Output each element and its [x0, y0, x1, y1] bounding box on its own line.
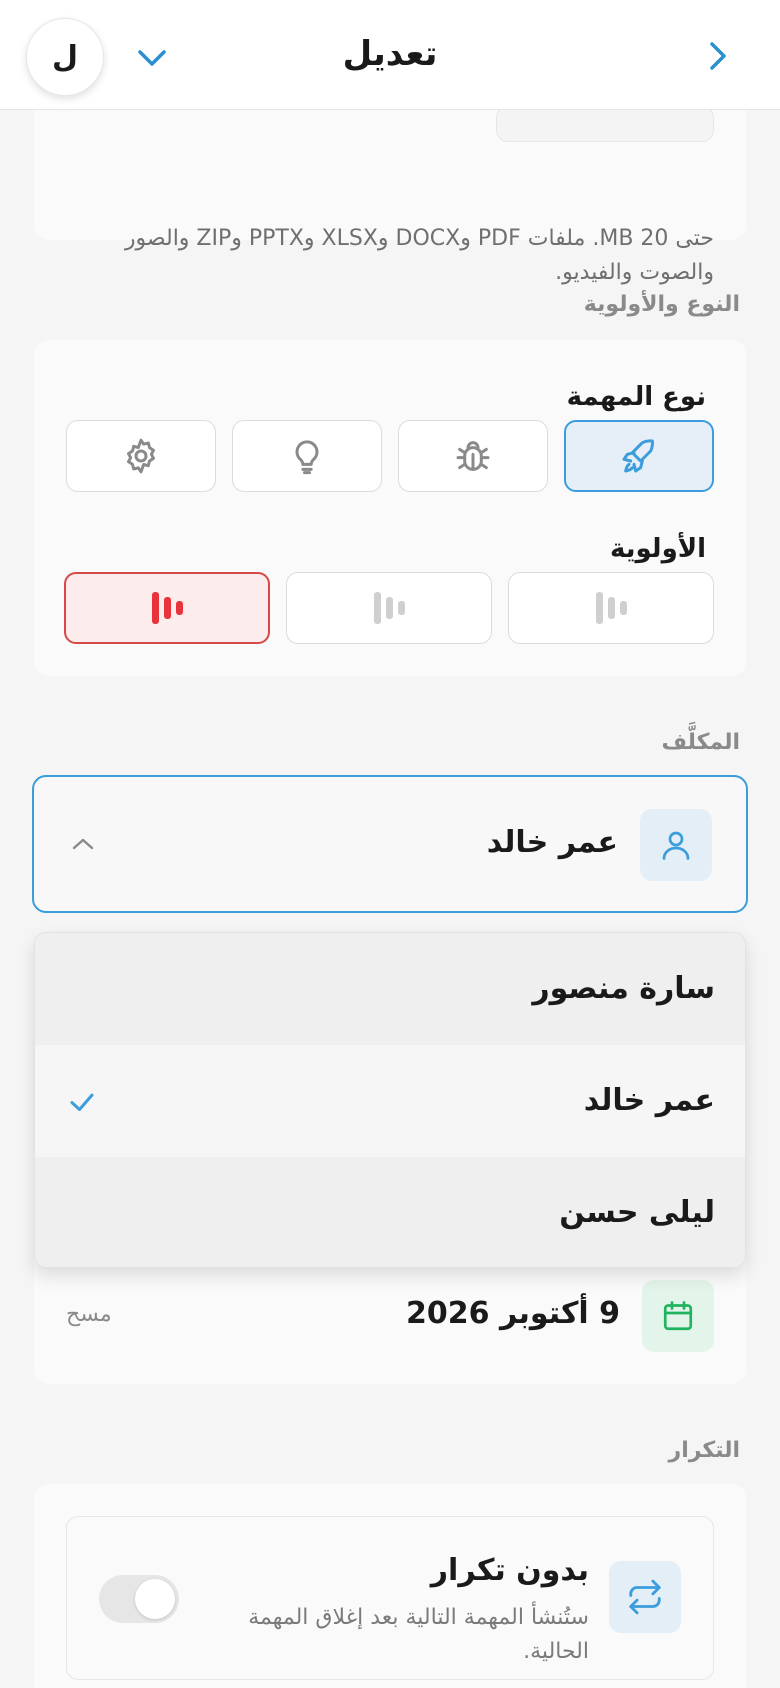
priority-bar-icon — [163, 597, 171, 619]
lightbulb-icon — [295, 440, 319, 475]
assignee-option-label: عمر خالد — [583, 1083, 715, 1118]
gear-icon — [127, 438, 155, 474]
assignee-option-label: سارة منصور — [532, 971, 715, 1006]
assignee-option-selected[interactable]: عمر خالد — [35, 1045, 745, 1157]
priority-option-medium[interactable] — [286, 572, 492, 644]
priority-bar-icon — [595, 592, 603, 624]
person-icon — [662, 831, 690, 860]
header-menu-toggle[interactable] — [134, 40, 170, 76]
priority-bar-icon — [175, 601, 183, 615]
assignee-select[interactable]: عمر خالد — [32, 775, 748, 913]
assignee-option-label: ليلى حسن — [559, 1195, 715, 1230]
assignee-option[interactable]: سارة منصور — [35, 933, 745, 1045]
assignee-section-label: المكلَّف — [661, 730, 740, 755]
repeat-toggle[interactable] — [99, 1575, 179, 1623]
repeat-card: بدون تكرار ستُنشأ المهمة التالية بعد إغل… — [34, 1484, 746, 1688]
toggle-knob — [135, 1579, 175, 1619]
person-icon-wrap — [640, 809, 712, 881]
calendar-icon-wrap — [642, 1280, 714, 1352]
attachments-hint-line2: والصوت والفيديو. — [555, 260, 714, 285]
attachments-hint-line1: حتى 20 MB. ملفات PDF وDOCX وXLSX وPPTX و… — [124, 226, 714, 251]
assignee-collapse-toggle[interactable] — [68, 829, 98, 859]
repeat-icon-wrap — [609, 1561, 681, 1633]
priority-label: الأولوية — [609, 534, 706, 564]
due-date-value[interactable]: 9 أكتوبر 2026 — [406, 1296, 620, 1331]
repeat-section-label: التكرار — [668, 1438, 740, 1463]
priority-bar-icon — [607, 597, 615, 619]
check-icon — [70, 1093, 94, 1111]
bug-icon — [456, 441, 490, 471]
type-priority-card: نوع المهمة الأولوية — [34, 340, 746, 676]
chevron-down-icon — [138, 50, 166, 66]
repeat-option[interactable]: بدون تكرار ستُنشأ المهمة التالية بعد إغل… — [66, 1516, 714, 1680]
repeat-description: ستُنشأ المهمة التالية بعد إغلاق المهمة ا… — [248, 1605, 589, 1664]
clear-date-button[interactable]: مسح — [66, 1302, 112, 1327]
priority-option-low[interactable] — [508, 572, 714, 644]
priority-bar-icon — [151, 592, 159, 624]
calendar-icon — [663, 1301, 693, 1331]
priority-bar-icon — [373, 592, 381, 624]
type-option-feature[interactable] — [564, 420, 714, 492]
top-app-bar: تعديل ل — [0, 0, 780, 110]
task-type-label: نوع المهمة — [566, 382, 706, 412]
upload-button[interactable] — [496, 106, 714, 142]
repeat-icon — [629, 1579, 661, 1615]
type-priority-section-label: النوع والأولوية — [583, 292, 740, 317]
rocket-icon — [622, 439, 654, 473]
user-avatar[interactable]: ل — [26, 18, 104, 96]
repeat-title: بدون تكرار — [430, 1553, 589, 1588]
priority-bar-icon — [619, 601, 627, 615]
assignee-option[interactable]: ليلى حسن — [35, 1157, 745, 1267]
type-option-bug[interactable] — [398, 420, 548, 492]
priority-bar-icon — [385, 597, 393, 619]
type-option-idea[interactable] — [232, 420, 382, 492]
page-title: تعديل — [342, 34, 438, 74]
priority-bar-icon — [397, 601, 405, 615]
chevron-up-icon — [72, 838, 94, 850]
type-option-settings[interactable] — [66, 420, 216, 492]
assignee-selected-name: عمر خالد — [486, 825, 618, 860]
assignee-dropdown: سارة منصور عمر خالد ليلى حسن — [34, 932, 746, 1268]
attachments-hint: حتى 20 MB. ملفات PDF وDOCX وXLSX وPPTX و… — [84, 222, 714, 290]
priority-option-high[interactable] — [64, 572, 270, 644]
